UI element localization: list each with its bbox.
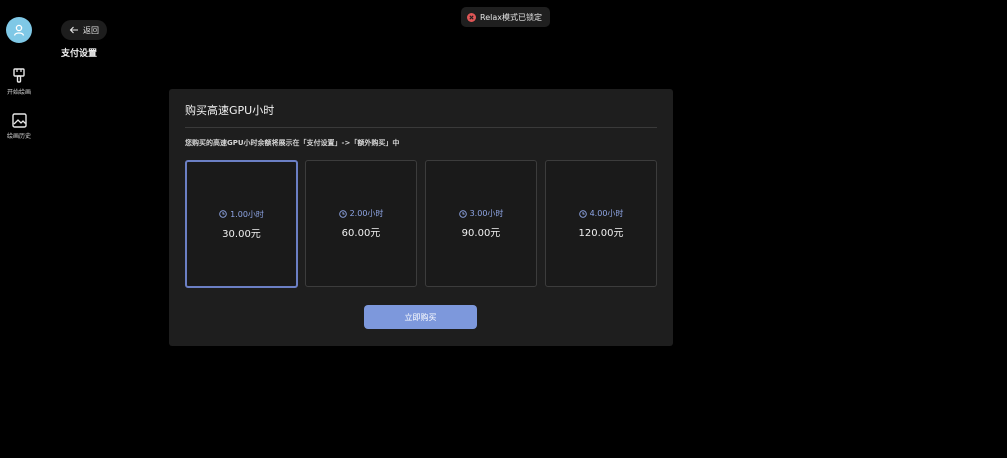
back-label: 返回 bbox=[83, 25, 99, 35]
option-hours-label: 4.00小时 bbox=[589, 209, 624, 218]
sidebar-item-drawing-history[interactable]: 绘画历史 bbox=[0, 113, 38, 140]
purchase-panel: 购买高速GPU小时 您购买的高速GPU小时余额将展示在「支付设置」->「额外购买… bbox=[169, 89, 673, 346]
option-hours: 3.00小时 bbox=[458, 208, 504, 219]
option-card-3h[interactable]: 3.00小时 90.00元 bbox=[425, 160, 537, 287]
panel-note: 您购买的高速GPU小时余额将展示在「支付设置」->「额外购买」中 bbox=[185, 139, 400, 147]
option-price: 90.00元 bbox=[461, 228, 501, 239]
page-title: 支付设置 bbox=[61, 49, 98, 59]
user-icon bbox=[13, 24, 25, 36]
option-hours: 1.00小时 bbox=[219, 209, 264, 220]
option-price: 30.00元 bbox=[222, 228, 261, 240]
option-hours: 2.00小时 bbox=[338, 208, 384, 219]
buy-now-button[interactable]: 立即购买 bbox=[364, 305, 477, 329]
sidebar-item-label: 开始绘画 bbox=[6, 89, 31, 96]
avatar[interactable] bbox=[6, 17, 32, 43]
option-hours-label: 3.00小时 bbox=[469, 209, 504, 218]
clock-icon bbox=[578, 209, 587, 218]
option-card-4h[interactable]: 4.00小时 120.00元 bbox=[545, 160, 657, 287]
option-card-1h[interactable]: 1.00小时 30.00元 bbox=[185, 160, 298, 288]
option-list: 1.00小时 30.00元 2.00小时 60.00元 3.00小时 90.00… bbox=[185, 160, 657, 288]
option-hours: 4.00小时 bbox=[578, 208, 624, 219]
brush-icon bbox=[13, 68, 25, 83]
image-icon bbox=[11, 113, 27, 128]
clock-icon bbox=[338, 209, 347, 218]
close-circle-icon bbox=[467, 12, 476, 22]
option-card-2h[interactable]: 2.00小时 60.00元 bbox=[305, 160, 417, 287]
panel-title: 购买高速GPU小时 bbox=[185, 104, 275, 117]
option-hours-label: 1.00小时 bbox=[230, 209, 264, 219]
option-price: 60.00元 bbox=[341, 228, 381, 239]
arrow-left-icon bbox=[69, 26, 78, 34]
clock-icon bbox=[458, 209, 467, 218]
back-button[interactable]: 返回 bbox=[61, 20, 107, 40]
divider bbox=[185, 127, 657, 128]
status-text: Relax模式已锁定 bbox=[480, 12, 542, 22]
sidebar-item-start-drawing[interactable]: 开始绘画 bbox=[0, 68, 38, 96]
option-hours-label: 2.00小时 bbox=[349, 209, 384, 218]
option-price: 120.00元 bbox=[578, 228, 624, 239]
status-badge: Relax模式已锁定 bbox=[461, 7, 550, 27]
clock-icon bbox=[219, 210, 227, 218]
sidebar-item-label: 绘画历史 bbox=[6, 133, 31, 140]
